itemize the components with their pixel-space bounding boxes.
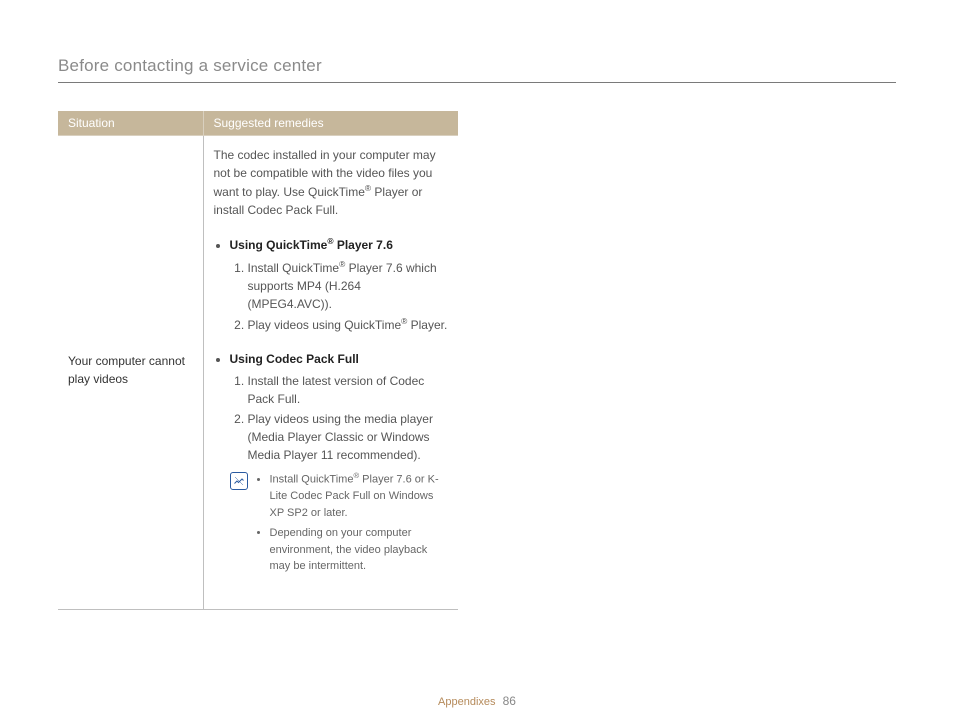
step: Install the latest version of Codec Pack… — [248, 372, 449, 408]
section-title: Player 7.6 — [333, 238, 392, 252]
remedy-intro: The codec installed in your computer may… — [214, 146, 449, 219]
note-item: Install QuickTime® Player 7.6 or K-Lite … — [270, 470, 449, 521]
text: Install QuickTime — [270, 474, 354, 486]
section-title: Using Codec Pack Full — [230, 352, 359, 366]
col-header-remedies: Suggested remedies — [203, 111, 458, 136]
footer-section: Appendixes — [438, 696, 496, 708]
note-icon — [230, 472, 248, 490]
cell-situation: Your computer cannot play videos — [58, 136, 203, 610]
cell-remedy: The codec installed in your computer may… — [203, 136, 458, 610]
remedy-section-codecpack: Using Codec Pack Full Install the latest… — [230, 350, 449, 579]
note-item: Depending on your computer environment, … — [270, 525, 449, 575]
text: Player. — [407, 318, 447, 332]
step: Install QuickTime® Player 7.6 which supp… — [248, 258, 449, 313]
note-box: Install QuickTime® Player 7.6 or K-Lite … — [230, 470, 449, 579]
troubleshoot-table: Situation Suggested remedies Your comput… — [58, 111, 458, 610]
section-title: Using QuickTime — [230, 238, 328, 252]
table-row: Your computer cannot play videos The cod… — [58, 136, 458, 610]
col-header-situation: Situation — [58, 111, 203, 136]
step: Play videos using QuickTime® Player. — [248, 315, 449, 334]
content-area: Situation Suggested remedies Your comput… — [58, 111, 896, 610]
page-title: Before contacting a service center — [58, 56, 896, 83]
footer-page-number: 86 — [503, 694, 516, 708]
step: Play videos using the media player (Medi… — [248, 410, 449, 464]
page-footer: Appendixes 86 — [0, 694, 954, 708]
text: Play videos using QuickTime — [248, 318, 402, 332]
remedy-section-quicktime: Using QuickTime® Player 7.6 Install Quic… — [230, 235, 449, 334]
text: Install QuickTime — [248, 261, 340, 275]
